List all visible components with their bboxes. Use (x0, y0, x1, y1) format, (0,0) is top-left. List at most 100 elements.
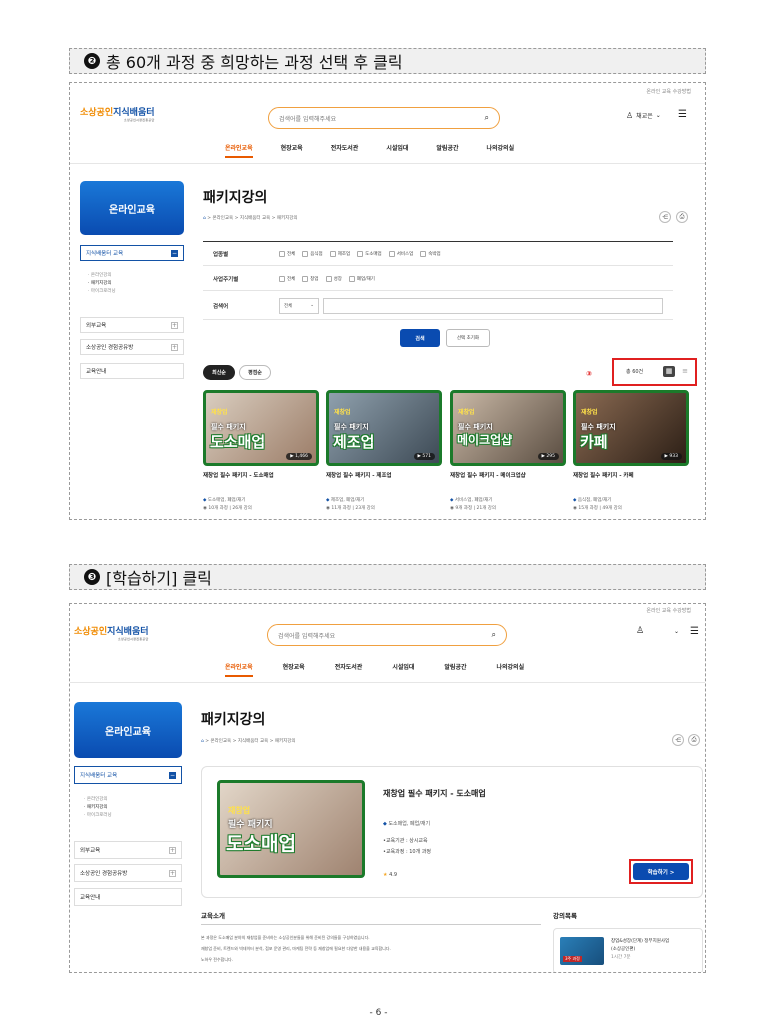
search-placeholder: 검색어를 입력해주세요 (278, 632, 336, 640)
lnb-active-item[interactable]: 지식배움터 교육 − (74, 766, 182, 784)
chk-all[interactable]: 전체 (279, 250, 295, 257)
list-heading: 강의목록 (553, 912, 577, 920)
chk-label: 도소매업 (365, 251, 382, 257)
lnb-sub-micro[interactable]: · 마이크로러닝 (88, 288, 116, 296)
user-icon[interactable]: ♙ (636, 626, 644, 636)
hamburger-icon[interactable]: ☰ (690, 627, 699, 637)
lnb-item-external[interactable]: 외부교육 + (74, 841, 182, 859)
rating: ★ 4.9 (383, 872, 397, 878)
print-icon[interactable]: ⎙ (676, 211, 688, 223)
plus-icon: + (171, 321, 178, 329)
view-count: ▶ 1,466 (286, 453, 312, 460)
chk-food[interactable]: 음식점 (302, 250, 323, 257)
grid-view-icon[interactable]: ▦ (663, 366, 675, 377)
chk-cycle-start[interactable]: 창업 (302, 275, 319, 282)
thumb-tag: 재창업 (211, 409, 228, 416)
lnb-item-guide[interactable]: 교육안내 (80, 363, 184, 379)
chk-service[interactable]: 서비스업 (388, 250, 413, 257)
gnb-online[interactable]: 온라인교육 (225, 143, 253, 158)
list-view-icon[interactable]: ≡ (679, 366, 691, 377)
home-icon[interactable]: ⌂ (203, 216, 206, 221)
step3-number: ❸ (84, 569, 100, 585)
search-input[interactable]: 검색어를 입력해주세요 ⌕ (268, 107, 500, 129)
chk-cycle-close[interactable]: 폐업/재기 (348, 275, 375, 282)
user-menu[interactable]: ♙ 채교은 ⌄ (626, 111, 661, 120)
lecture-info: 창업&성장(단계) 정부지원사업 (소상공인편) 1시간 7분 (611, 938, 669, 962)
site-logo[interactable]: 소상공인지식배움터 소상공인시장진흥공단 (80, 105, 155, 122)
minus-icon: − (169, 771, 176, 779)
search-icon[interactable]: ⌕ (485, 113, 489, 123)
breadcrumb-text: > 온라인교육 > 지식배움터 교육 > 패키지강의 (205, 739, 296, 744)
sort-latest[interactable]: 최신순 (203, 365, 235, 380)
gnb-online[interactable]: 온라인교육 (225, 662, 253, 677)
lnb-item-share[interactable]: 소상공인 경험공유방 + (74, 864, 182, 882)
view-count: ▶ 571 (413, 453, 435, 460)
course-thumb[interactable]: 재창업 필수 패키지 메이크업샵 ▶ 295 (450, 390, 566, 466)
keyword-input[interactable] (323, 297, 663, 314)
rating-value: 4.9 (389, 872, 398, 878)
lnb-sub-package[interactable]: · 패키지강의 (88, 280, 116, 288)
card-title[interactable]: 재창업 필수 패키지 - 제조업 (326, 471, 442, 479)
gnb-field[interactable]: 현장교육 (283, 662, 305, 677)
course-card[interactable]: 재창업 필수 패키지 카페 ▶ 933 재창업 필수 패키지 - 카페 ◆ 음식… (573, 390, 689, 513)
lnb-sub-online[interactable]: · 온라인강의 (84, 796, 112, 804)
lnb-item-share[interactable]: 소상공인 경험공유방 + (80, 339, 184, 355)
course-thumb[interactable]: 재창업 필수 패키지 카페 ▶ 933 (573, 390, 689, 466)
top-link[interactable]: 온라인 교육 수강방법 (646, 88, 691, 95)
share-icon[interactable]: ⋲ (672, 734, 684, 746)
chk-manuf[interactable]: 제조업 (329, 250, 350, 257)
home-icon[interactable]: ⌂ (201, 739, 204, 744)
logo-sub: 소상공인시장진흥공단 (117, 637, 149, 641)
page-title: 패키지강의 (201, 712, 266, 728)
sort-popular[interactable]: 평점순 (239, 365, 271, 380)
gnb-library[interactable]: 전자도서관 (331, 143, 359, 158)
gnb-myroom[interactable]: 나의강의실 (487, 143, 515, 158)
chk-lodging[interactable]: 숙박업 (420, 250, 441, 257)
lnb-sub-micro[interactable]: · 마이크로러닝 (84, 812, 112, 820)
thumb-tag: 재창업 (228, 806, 251, 815)
gnb-library[interactable]: 전자도서관 (335, 662, 363, 677)
course-card[interactable]: 재창업 필수 패키지 제조업 ▶ 571 재창업 필수 패키지 - 제조업 ◆ … (326, 390, 442, 513)
chk-retail[interactable]: 도소매업 (357, 250, 382, 257)
chk-cycle-grow[interactable]: 성장 (325, 275, 342, 282)
gnb-field[interactable]: 현장교육 (281, 143, 303, 158)
chevron-down-icon: ⌄ (310, 303, 314, 308)
gnb-myroom[interactable]: 나의강의실 (497, 662, 525, 677)
course-card[interactable]: 재창업 필수 패키지 메이크업샵 ▶ 295 재창업 필수 패키지 - 메이크업… (450, 390, 566, 513)
top-link[interactable]: 온라인 교육 수강방법 (646, 607, 691, 614)
course-thumb[interactable]: 재창업 필수 패키지 제조업 ▶ 571 (326, 390, 442, 466)
gnb-facility[interactable]: 시설임대 (392, 662, 414, 677)
share-icon[interactable]: ⋲ (659, 211, 671, 223)
lnb-sub-online[interactable]: · 온라인강의 (88, 272, 116, 280)
gnb-notice[interactable]: 알림공간 (444, 662, 466, 677)
card-info: 11개 과정 | 23개 강의 (331, 506, 375, 511)
gnb-notice[interactable]: 알림공간 (436, 143, 458, 158)
search-input[interactable]: 검색어를 입력해주세요 ⌕ (267, 624, 507, 646)
lnb-sub-package[interactable]: · 패키지강의 (84, 804, 112, 812)
course-thumb[interactable]: 재창업 필수 패키지 도소매업 ▶ 1,466 (203, 390, 319, 466)
hamburger-icon[interactable]: ☰ (678, 110, 687, 120)
learn-button[interactable]: 학습하기 > (633, 863, 689, 880)
card-title[interactable]: 재창업 필수 패키지 - 도소매업 (203, 471, 319, 479)
course-card[interactable]: 재창업 필수 패키지 도소매업 ▶ 1,466 재창업 필수 패키지 - 도소매… (203, 390, 319, 513)
lnb-item-label: 소상공인 경험공유방 (80, 871, 128, 877)
chk-cycle-all[interactable]: 전체 (279, 275, 295, 282)
intro-line: 재창업 준비, 트렌드와 빅데이터 분석, 점포 운영 관리, 마케팅 전략 등… (201, 946, 391, 951)
global-nav: 온라인교육 현장교육 전자도서관 시설임대 알림공간 나의강의실 (225, 662, 524, 677)
site-logo[interactable]: 소상공인지식배움터 소상공인시장진흥공단 (74, 624, 149, 641)
lnb-active-item[interactable]: 지식배움터 교육 − (80, 245, 184, 261)
card-title[interactable]: 재창업 필수 패키지 - 카페 (573, 471, 689, 479)
lnb-item-guide[interactable]: 교육안내 (74, 888, 182, 906)
print-icon[interactable]: ⎙ (688, 734, 700, 746)
clock-icon: ◉ (450, 506, 454, 511)
search-button[interactable]: 검색 (400, 329, 440, 347)
lnb-item-external[interactable]: 외부교육 + (80, 317, 184, 333)
reset-button[interactable]: 선택 초기화 (446, 329, 490, 347)
card-title[interactable]: 재창업 필수 패키지 - 메이크업샵 (450, 471, 566, 479)
lnb-item-label: 외부교육 (86, 323, 107, 329)
gnb-facility[interactable]: 시설임대 (386, 143, 408, 158)
chevron-down-icon[interactable]: ⌄ (674, 628, 679, 635)
keyword-select[interactable]: 전체 ⌄ (279, 297, 319, 314)
search-icon[interactable]: ⌕ (492, 630, 496, 640)
card-info: 15개 과정 | 49개 강의 (578, 506, 622, 511)
